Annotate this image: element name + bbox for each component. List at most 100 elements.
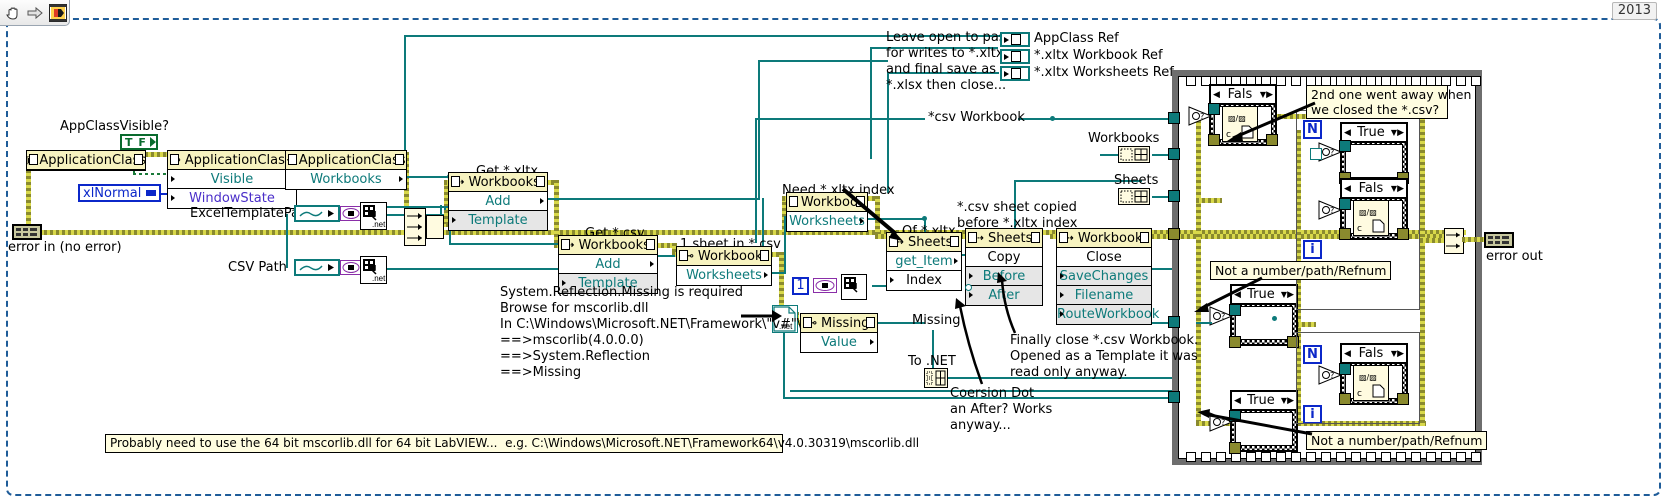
loop-index-terminal[interactable]: i — [1303, 240, 1322, 259]
method-row-copy[interactable]: Copy — [966, 248, 1042, 267]
bool-terminal-arrow — [149, 137, 156, 147]
loop-tunnel-csvwb[interactable] — [1168, 112, 1180, 124]
case-tunnel-3[interactable] — [1339, 198, 1351, 210]
case-prev-arrow-icon[interactable]: ◀ — [1344, 184, 1351, 194]
case-prev-arrow-icon[interactable]: ◀ — [1344, 128, 1351, 138]
xltx-worksheets-ref-label: *.xltx Worksheets Ref — [1034, 65, 1174, 80]
number-to-variant-node[interactable] — [813, 278, 837, 293]
labview-vi-icon[interactable] — [48, 3, 67, 22]
error-in-terminal[interactable] — [12, 224, 42, 240]
refnum-icon — [1011, 51, 1021, 62]
method-row-template[interactable]: Template — [449, 211, 547, 230]
dotnet-index-node[interactable] — [841, 274, 867, 300]
output-terminal-icon — [399, 176, 403, 182]
merge-errors-node[interactable] — [404, 208, 426, 246]
loop-decoration-square — [1351, 452, 1361, 462]
case-next-arrow-icon[interactable]: ▶ — [1266, 90, 1273, 100]
method-row-add[interactable]: Add — [449, 192, 547, 211]
case-tunnel-4c[interactable] — [1287, 336, 1299, 348]
case-selector-label: True — [1357, 125, 1385, 140]
node-ref-in-icon — [968, 232, 977, 243]
node-application-class-open[interactable]: ▣ ApplicationClass — [26, 150, 146, 171]
loop-decoration-square — [1291, 452, 1301, 462]
wire-errorout-final — [1462, 237, 1484, 242]
node-application-class-properties[interactable]: ⊸ ApplicationClass Visible WindowState — [167, 150, 297, 209]
method-row-routeworkbook[interactable]: RouteWorkbook — [1057, 305, 1159, 324]
case-next-arrow-icon[interactable]: ▶ — [1397, 128, 1404, 138]
case-prev-arrow-icon[interactable]: ◀ — [1213, 90, 1220, 100]
case-tunnel-6c[interactable] — [1397, 393, 1409, 405]
case-selector-label: Fals — [1358, 181, 1384, 196]
run-arrow-icon[interactable] — [26, 3, 45, 22]
case-tunnel-6[interactable] — [1339, 363, 1351, 375]
property-label: Worksheets — [686, 268, 762, 283]
case-next-arrow-icon[interactable]: ▶ — [1397, 184, 1404, 194]
node-get-xltx-workbooks[interactable]: ⇢ Workbooks Add Template — [448, 172, 548, 231]
node-csv-workbook-worksheets[interactable]: ⊸ Workbook Worksheets — [676, 246, 772, 286]
property-row-value[interactable]: Value — [801, 333, 877, 352]
case-selector-6[interactable]: ◀ Fals ▼ ▶ — [1341, 344, 1407, 363]
property-row-visible[interactable]: Visible — [168, 170, 296, 189]
method-label: Template — [468, 213, 528, 228]
property-row-workbooks[interactable]: Workbooks — [286, 170, 406, 189]
method-label: get_Item — [895, 254, 953, 269]
path-to-string-node-xltx[interactable] — [340, 206, 362, 221]
node-workbook-close[interactable]: ⇢ Workbook Close SaveChanges Filename Ro… — [1056, 228, 1159, 325]
node-header: ⇢ Workbook — [1057, 229, 1151, 248]
method-row-add[interactable]: Add — [559, 255, 657, 274]
loop-tunnel-missing[interactable] — [1168, 316, 1180, 328]
excel-template-path-control[interactable] — [294, 205, 340, 222]
svg-text:.net: .net — [372, 220, 386, 229]
case-tunnel-6b[interactable] — [1339, 393, 1351, 405]
node-application-class-workbooks[interactable]: ⊸ ApplicationClass Workbooks — [285, 150, 407, 190]
loop-decoration-square — [1261, 452, 1271, 462]
wire-xltx-add-out — [545, 198, 760, 200]
workbooks-array-indicator[interactable] — [1118, 146, 1150, 163]
output-terminal-icon — [764, 272, 768, 278]
loop-tunnel-sheets[interactable] — [1168, 190, 1180, 202]
case-tunnel-3b[interactable] — [1339, 228, 1351, 240]
dotnet-constructor-node-xltx[interactable]: .net — [360, 202, 387, 230]
dotnet-constructor-node-csv[interactable]: .net — [360, 256, 387, 284]
loop-tunnel-bottom[interactable] — [1168, 391, 1180, 403]
method-row-close[interactable]: Close — [1057, 248, 1151, 267]
property-row-worksheets[interactable]: Worksheets — [677, 266, 771, 285]
case-next-arrow-icon[interactable]: ▶ — [1397, 349, 1404, 359]
method-row-filename[interactable]: Filename — [1057, 286, 1151, 305]
case-next-arrow-icon[interactable]: ▶ — [1287, 290, 1294, 300]
loop-decoration-square — [1471, 452, 1481, 462]
case-tunnel-2[interactable] — [1339, 140, 1351, 152]
loop-decoration-square — [1336, 452, 1346, 462]
case-tunnel-4b[interactable] — [1229, 336, 1241, 348]
app-class-visible-control[interactable]: T F — [120, 134, 158, 150]
path-to-string-node-csv[interactable] — [340, 260, 362, 275]
node-title: Missing — [820, 315, 870, 331]
csv-path-control[interactable] — [294, 259, 340, 276]
window-state-enum[interactable]: xlNormal — [78, 184, 162, 202]
case-prev-arrow-icon[interactable]: ◀ — [1344, 349, 1351, 359]
case-tunnel-3c[interactable] — [1397, 228, 1409, 240]
xltx-workbook-ref-indicator[interactable] — [1000, 49, 1030, 64]
node-missing-value[interactable]: ⊸ Missing Value — [800, 313, 878, 353]
error-out-terminal[interactable] — [1484, 232, 1514, 248]
xltx-worksheets-ref-indicator[interactable] — [1000, 66, 1030, 81]
error-merge-out-node[interactable] — [1444, 228, 1464, 254]
sheets-array-indicator[interactable] — [1118, 188, 1150, 205]
error-in-label: error in (no error) — [8, 240, 122, 255]
method-row-savechanges[interactable]: SaveChanges — [1057, 267, 1151, 286]
method-row-get-item[interactable]: get_Item — [887, 252, 961, 271]
case-tunnel-5b[interactable] — [1229, 442, 1241, 454]
wire-junction-csvwb — [1050, 116, 1055, 121]
hand-tool-icon[interactable] — [4, 3, 23, 22]
method-row-index[interactable]: Index — [887, 271, 961, 290]
diagram-toolbar[interactable] — [0, 0, 70, 26]
case-selector-3[interactable]: ◀ Fals ▼ ▶ — [1341, 179, 1407, 198]
method-label: Close — [1086, 250, 1122, 265]
loop-tunnel-workbooks[interactable] — [1168, 148, 1180, 160]
loop2-count-terminal[interactable]: N — [1303, 345, 1322, 364]
to-dotnet-node[interactable] — [924, 368, 948, 388]
appclass-ref-indicator[interactable] — [1000, 32, 1030, 47]
loop-tunnel-error[interactable] — [1168, 228, 1180, 240]
chevron-down-icon[interactable] — [146, 190, 157, 196]
arrow-reflection-note — [740, 308, 784, 324]
